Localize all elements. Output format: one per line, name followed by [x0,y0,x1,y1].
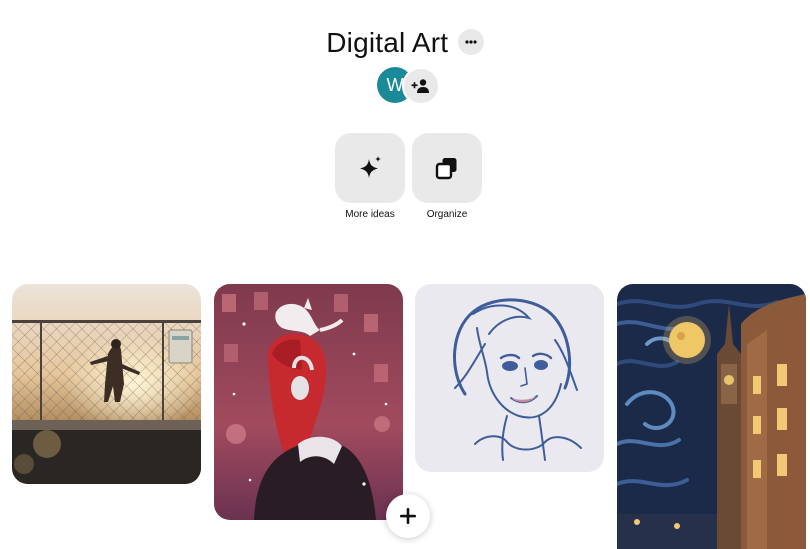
add-pin-button[interactable] [386,494,430,538]
more-ideas-label: More ideas [345,209,395,220]
organize-button[interactable] [412,133,482,203]
more-ideas-button[interactable] [335,133,405,203]
organize-label: Organize [426,209,468,220]
organize-action: Organize [412,133,482,220]
pin-image [12,284,201,484]
more-ideas-action: More ideas [335,133,405,220]
board-header: Digital Art W More ideas Organize [0,0,810,250]
board-more-button[interactable] [457,29,484,55]
organize-icon [435,158,457,180]
add-person-icon [411,79,429,93]
title-row: Digital Art [0,24,810,62]
pin-card[interactable] [415,284,604,472]
pin-card[interactable] [617,284,806,549]
pin-image [617,284,806,549]
pin-card[interactable] [12,284,201,484]
pin-image [415,284,604,472]
pin-card[interactable] [214,284,403,520]
plus-icon [400,508,416,524]
add-collaborator-button[interactable] [402,67,440,105]
pin-image [214,284,403,520]
board-title: Digital Art [326,27,449,58]
collaborators-row: W [377,67,441,105]
ellipsis-icon [465,40,477,44]
sparkle-icon [360,156,381,178]
